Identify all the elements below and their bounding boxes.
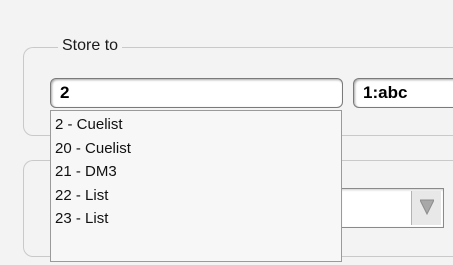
store-target-dropdown: 2 - Cuelist 20 - Cuelist 21 - DM3 22 - L… (50, 110, 342, 262)
dropdown-option[interactable]: 21 - DM3 (51, 160, 341, 184)
dropdown-option[interactable]: 23 - List (51, 207, 341, 231)
lower-select[interactable] (339, 188, 444, 228)
store-to-legend: Store to (58, 36, 123, 56)
dropdown-option[interactable]: 22 - List (51, 184, 341, 208)
store-target-input[interactable]: 2 (50, 78, 343, 108)
select-arrow-button[interactable] (411, 191, 441, 225)
dropdown-option[interactable]: 20 - Cuelist (51, 137, 341, 161)
store-dialog-panel: Store to 2 1:abc 2 - Cuelist 20 - Cuelis… (0, 0, 453, 265)
dropdown-option[interactable]: 2 - Cuelist (51, 113, 341, 137)
chevron-down-icon (412, 199, 441, 215)
store-name-input[interactable]: 1:abc (353, 78, 453, 108)
